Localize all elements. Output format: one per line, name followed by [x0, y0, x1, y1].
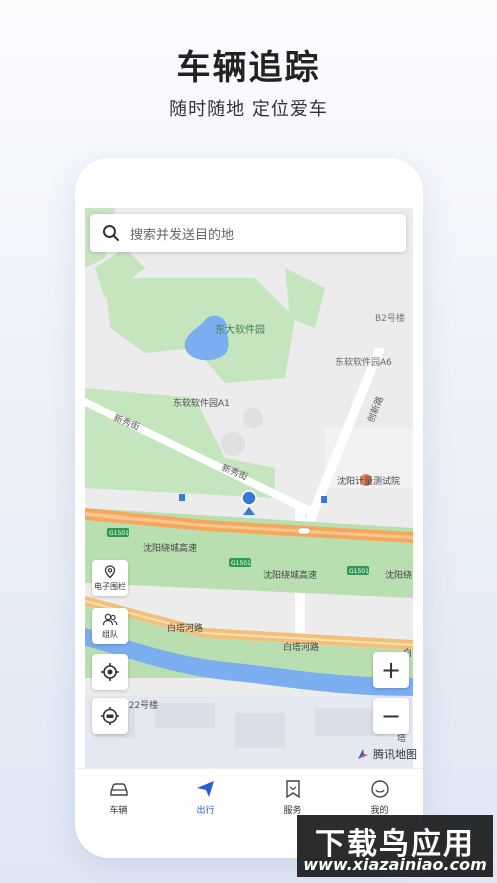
search-placeholder: 搜索并发送目的地	[130, 227, 235, 243]
watermark: 下载鸟应用 www.xiazainiao.com	[297, 815, 493, 877]
tab-service-label: 服务	[283, 805, 302, 816]
tab-travel-label: 出行	[196, 805, 215, 816]
smile-icon	[370, 779, 389, 798]
locate-button[interactable]	[92, 654, 128, 690]
location-marker	[241, 490, 257, 506]
phone-frame: 东大软件园 B2号楼 东软软件园A6 东软软件园A1 新秀街 新秀街 创新路 沈…	[75, 158, 423, 858]
tab-vehicle[interactable]: 车辆	[75, 769, 162, 824]
zoom-in-button[interactable]: +	[373, 652, 409, 688]
car-locate-button[interactable]	[92, 698, 128, 734]
zoom-out-button[interactable]: −	[373, 698, 409, 734]
tab-travel[interactable]: 出行	[162, 769, 249, 824]
plane-icon	[196, 780, 214, 797]
car-icon	[109, 782, 128, 796]
bookmark-icon	[285, 779, 300, 798]
crosshair-icon	[101, 663, 119, 681]
hero-subtitle: 随时随地 定位爱车	[169, 99, 328, 120]
hero-title: 车辆追踪	[176, 48, 321, 88]
location-pin-icon	[104, 564, 116, 578]
team-icon	[102, 613, 118, 625]
watermark-url: www.xiazainiao.com	[303, 855, 487, 874]
tab-mine-label: 我的	[370, 805, 389, 816]
car-target-icon	[101, 707, 119, 725]
map-canvas	[85, 208, 413, 768]
fence-label: 电子围栏	[94, 581, 126, 591]
search-bar[interactable]: 搜索并发送目的地	[90, 214, 406, 252]
map-brand-label: 腾讯地图	[373, 748, 417, 761]
team-button[interactable]: 组队	[92, 608, 128, 644]
team-label: 组队	[102, 629, 118, 639]
search-icon	[103, 225, 119, 241]
tab-vehicle-label: 车辆	[109, 805, 128, 816]
compass-icon	[358, 749, 368, 759]
map-view[interactable]: 东大软件园 B2号楼 东软软件园A6 东软软件园A1 新秀街 新秀街 创新路 沈…	[85, 208, 413, 768]
fence-button[interactable]: 电子围栏	[92, 560, 128, 596]
map-brand: 腾讯地图	[357, 746, 417, 762]
